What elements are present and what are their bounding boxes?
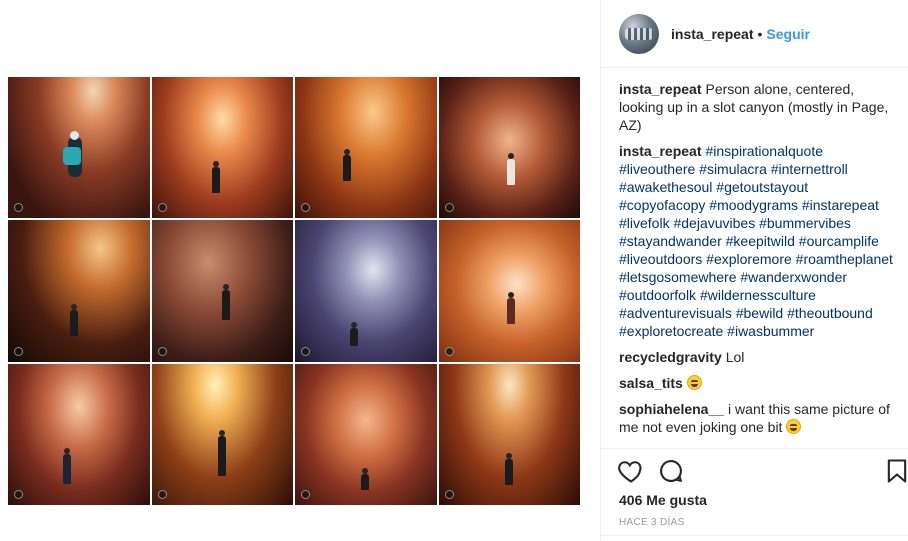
likes-count[interactable]: 406 Me gusta [619, 492, 707, 508]
collage-photo-5 [8, 220, 150, 362]
user-tag-badge [14, 489, 23, 499]
user-tag-badge [301, 346, 310, 356]
post-media[interactable] [0, 0, 600, 541]
user-tag-badge [444, 203, 454, 213]
comment-text: Lol [725, 349, 745, 365]
comment-author[interactable]: insta_repeat [619, 143, 701, 159]
collage-photo-9 [8, 363, 150, 505]
grinning-sweat-emoji [786, 419, 802, 434]
comment-item: salsa_tits [619, 374, 894, 392]
comment-item: recycledgravity Lol [619, 348, 894, 366]
user-tag-badge [157, 203, 167, 213]
post-header: insta_repeat • Seguir [601, 0, 908, 68]
heart-icon[interactable] [617, 457, 645, 485]
hashtag-comment: insta_repeat #inspirationalquote #liveout… [619, 142, 894, 340]
user-tag-badge [157, 489, 167, 499]
collage-photo-12 [438, 363, 580, 505]
comment-author[interactable]: insta_repeat [619, 81, 701, 97]
collage-photo-3 [295, 77, 437, 219]
comment-author[interactable]: salsa_tits [619, 375, 683, 391]
comment-item: sophiahelena__ i want this same picture o… [619, 400, 894, 436]
collage-photo-2 [151, 77, 293, 219]
collage-photo-8 [438, 220, 580, 362]
photo-collage [8, 77, 580, 505]
caption: insta_repeat Person alone, centered, look… [619, 80, 894, 134]
username-link[interactable]: insta_repeat [671, 26, 753, 42]
collage-photo-11 [295, 363, 437, 505]
bookmark-icon[interactable] [883, 457, 908, 485]
user-tag-badge [301, 203, 310, 213]
user-tag-badge [157, 346, 167, 356]
hashtag-links[interactable]: #inspirationalquote #liveouthere #simula… [619, 143, 893, 339]
grinning-sweat-emoji [686, 375, 702, 390]
collage-photo-7 [295, 220, 437, 362]
comment-author[interactable]: sophiahelena__ [619, 401, 724, 417]
collage-photo-4 [438, 77, 580, 219]
avatar[interactable] [619, 13, 659, 54]
post-sidebar: insta_repeat • Seguir insta_repeat Person… [600, 0, 908, 541]
user-tag-badge [444, 489, 454, 499]
user-tag-badge [14, 346, 23, 356]
divider [601, 535, 908, 536]
user-tag-badge [444, 346, 454, 356]
comments-list: insta_repeat Person alone, centered, look… [619, 80, 894, 444]
collage-photo-6 [151, 220, 293, 362]
post-timestamp[interactable]: HACE 3 DÍAS [619, 517, 685, 528]
action-bar [601, 448, 908, 492]
follow-button[interactable]: Seguir [766, 26, 810, 42]
user-tag-badge [301, 489, 310, 499]
comment-bubble-icon[interactable] [657, 457, 685, 485]
collage-photo-1 [8, 77, 150, 219]
separator-dot: • [757, 25, 763, 42]
collage-photo-10 [151, 363, 293, 505]
user-tag-badge [14, 203, 23, 213]
comment-author[interactable]: recycledgravity [619, 349, 722, 365]
